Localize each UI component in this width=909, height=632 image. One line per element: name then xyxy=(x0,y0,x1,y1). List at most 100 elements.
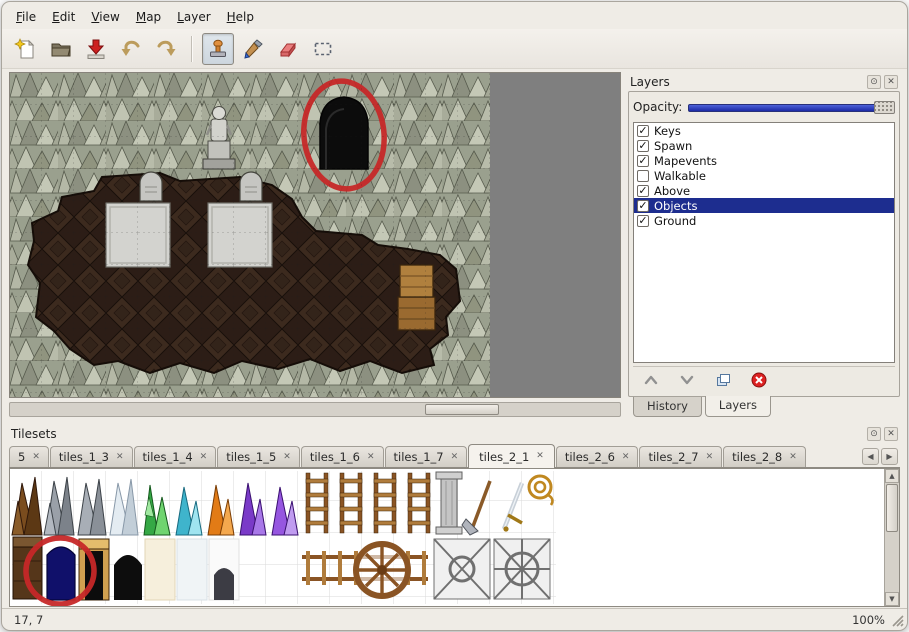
tileset-tab[interactable]: tiles_2_7 ✕ xyxy=(639,446,722,467)
tileset-tab[interactable]: tiles_1_3 ✕ xyxy=(50,446,133,467)
scroll-down-icon[interactable]: ▼ xyxy=(885,592,899,606)
layer-row-spawn[interactable]: ✓ Spawn xyxy=(634,138,894,153)
layer-checkbox[interactable] xyxy=(637,170,649,182)
tab-layers[interactable]: Layers xyxy=(705,396,771,417)
layer-checkbox[interactable]: ✓ xyxy=(637,125,649,137)
tileset-tab[interactable]: tiles_1_6 ✕ xyxy=(301,446,384,467)
open-map-button[interactable] xyxy=(45,33,77,65)
tab-close-icon[interactable]: ✕ xyxy=(789,453,797,462)
map-horizontal-scrollbar[interactable] xyxy=(9,402,621,417)
tile-metal-grate[interactable] xyxy=(434,539,490,599)
new-file-icon xyxy=(14,37,38,61)
save-map-button[interactable] xyxy=(80,33,112,65)
layer-row-mapevents[interactable]: ✓ Mapevents xyxy=(634,153,894,168)
tileset-tab-active[interactable]: tiles_2_1 ✕ xyxy=(468,444,555,468)
tile-metal-grate[interactable] xyxy=(494,539,550,599)
tab-history[interactable]: History xyxy=(633,397,702,417)
layer-checkbox[interactable]: ✓ xyxy=(637,215,649,227)
tileset-tab-label: tiles_1_5 xyxy=(226,450,276,464)
tileset-vscroll-handle[interactable] xyxy=(886,484,898,532)
tile-black-arch[interactable] xyxy=(114,555,142,600)
layers-panel-body: Opacity: ✓ Keys ✓ Spawn xyxy=(628,91,900,397)
tab-close-icon[interactable]: ✕ xyxy=(367,453,375,462)
layer-checkbox[interactable]: ✓ xyxy=(637,140,649,152)
new-map-button[interactable] xyxy=(10,33,42,65)
tab-close-icon[interactable]: ✕ xyxy=(283,453,291,462)
layer-row-keys[interactable]: ✓ Keys xyxy=(634,123,894,138)
tileset-tab[interactable]: tiles_1_7 ✕ xyxy=(385,446,468,467)
save-icon xyxy=(84,37,108,61)
tab-close-icon[interactable]: ✕ xyxy=(706,453,714,462)
undo-button[interactable] xyxy=(115,33,147,65)
menu-help[interactable]: Help xyxy=(219,7,262,27)
map-viewport[interactable] xyxy=(9,72,621,398)
panel-close-icon[interactable]: ✕ xyxy=(884,427,898,441)
menu-file[interactable]: File xyxy=(8,7,44,27)
tileset-tab[interactable]: tiles_2_6 ✕ xyxy=(556,446,639,467)
stamp-tool-icon xyxy=(206,37,230,61)
fill-tool-button[interactable] xyxy=(237,33,269,65)
tileset-tab[interactable]: tiles_1_4 ✕ xyxy=(134,446,217,467)
tab-scroll-buttons: ◀ ▶ xyxy=(862,448,898,467)
opacity-slider-handle[interactable] xyxy=(874,101,895,114)
eraser-tool-button[interactable] xyxy=(272,33,304,65)
redo-button[interactable] xyxy=(150,33,182,65)
tile-wood-wheel[interactable] xyxy=(356,544,408,596)
fill-tool-icon xyxy=(241,37,265,61)
scroll-up-icon[interactable]: ▲ xyxy=(885,469,899,483)
tile-cream[interactable] xyxy=(145,539,175,600)
tab-scroll-left-icon[interactable]: ◀ xyxy=(862,448,879,465)
move-layer-up-button[interactable] xyxy=(641,370,661,390)
panel-close-icon[interactable]: ✕ xyxy=(884,75,898,89)
layer-list: ✓ Keys ✓ Spawn ✓ Mapevents Walkable xyxy=(633,122,895,363)
duplicate-layer-button[interactable] xyxy=(713,370,733,390)
tab-close-icon[interactable]: ✕ xyxy=(116,453,124,462)
tab-close-icon[interactable]: ✕ xyxy=(622,453,630,462)
move-layer-down-button[interactable] xyxy=(677,370,697,390)
tile-pale[interactable] xyxy=(177,539,207,600)
layer-row-ground[interactable]: ✓ Ground xyxy=(634,213,894,228)
toolbar xyxy=(2,29,907,69)
tileset-canvas[interactable] xyxy=(10,469,884,606)
selected-tile-blue-door[interactable] xyxy=(47,547,75,600)
layer-checkbox[interactable]: ✓ xyxy=(637,155,649,167)
layer-row-above[interactable]: ✓ Above xyxy=(634,183,894,198)
menu-view[interactable]: View xyxy=(83,7,127,27)
delete-layer-button[interactable] xyxy=(749,370,769,390)
tileset-tab[interactable]: tiles_2_8 ✕ xyxy=(723,446,806,467)
menu-map-label: Map xyxy=(136,10,161,24)
menu-layer[interactable]: Layer xyxy=(169,7,218,27)
tab-close-icon[interactable]: ✕ xyxy=(32,453,40,462)
tab-close-icon[interactable]: ✕ xyxy=(451,453,459,462)
tileset-canvas-area: ▲ ▼ xyxy=(9,468,900,607)
map-hscroll-handle[interactable] xyxy=(425,404,499,415)
map-canvas[interactable] xyxy=(10,73,490,397)
panel-detach-icon[interactable]: ⊙ xyxy=(867,75,881,89)
stamp-tool-button[interactable] xyxy=(202,33,234,65)
tileset-tab[interactable]: 5 ✕ xyxy=(9,446,49,467)
menu-edit[interactable]: Edit xyxy=(44,7,83,27)
tab-close-icon[interactable]: ✕ xyxy=(536,452,544,461)
select-tool-button[interactable] xyxy=(307,33,339,65)
tileset-tab-label: tiles_2_7 xyxy=(648,450,698,464)
layer-checkbox[interactable]: ✓ xyxy=(637,185,649,197)
layer-name: Above xyxy=(654,184,690,198)
layer-row-objects[interactable]: ✓ Objects xyxy=(634,198,894,213)
map-column xyxy=(9,72,621,419)
panel-detach-icon[interactable]: ⊙ xyxy=(867,427,881,441)
tab-scroll-right-icon[interactable]: ▶ xyxy=(881,448,898,465)
layer-checkbox[interactable]: ✓ xyxy=(637,200,649,212)
opacity-slider[interactable] xyxy=(688,100,895,115)
tab-history-label: History xyxy=(647,399,688,413)
copy-layer-icon xyxy=(714,371,732,389)
menu-edit-label: Edit xyxy=(52,10,75,24)
tileset-tab[interactable]: tiles_1_5 ✕ xyxy=(217,446,300,467)
tilesets-panel-titlebar: Tilesets ⊙ ✕ xyxy=(9,424,900,443)
menu-map[interactable]: Map xyxy=(128,7,169,27)
tile-snow-arch[interactable] xyxy=(209,539,239,600)
toolbar-separator xyxy=(191,36,193,62)
resize-grip[interactable] xyxy=(891,614,904,627)
layer-row-walkable[interactable]: Walkable xyxy=(634,168,894,183)
tab-close-icon[interactable]: ✕ xyxy=(200,453,208,462)
tileset-vertical-scrollbar[interactable]: ▲ ▼ xyxy=(884,469,899,606)
